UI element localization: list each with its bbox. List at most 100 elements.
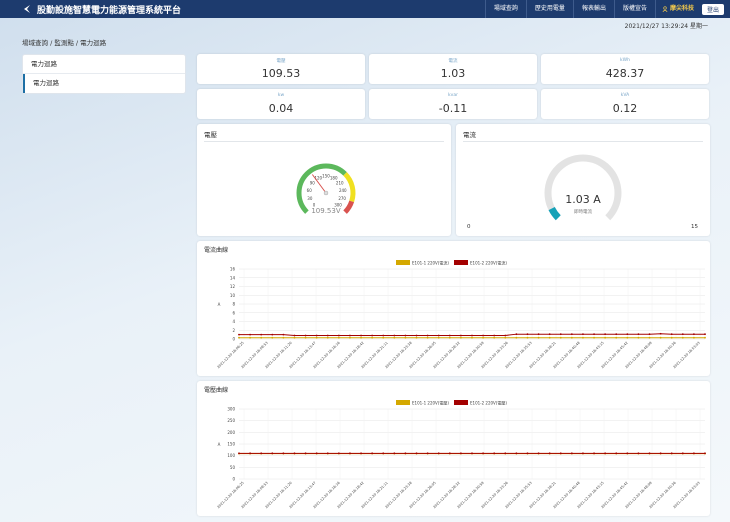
data-point [426, 336, 429, 339]
data-point [693, 336, 695, 339]
data-point [526, 333, 529, 336]
metric-label: kvar [448, 93, 458, 98]
gauge-tick-label: 210 [336, 181, 344, 186]
data-point [315, 452, 318, 455]
data-point [404, 452, 407, 455]
legend-label: E101-2 220V(電流) [470, 260, 507, 266]
nav-site-query[interactable]: 場域查詢 [484, 0, 526, 18]
data-point [249, 333, 251, 336]
y-tick-label: 250 [227, 418, 235, 423]
data-point [537, 452, 540, 455]
data-point [404, 334, 407, 337]
data-point [482, 336, 484, 339]
metric-kvar: kvar -0.11 [369, 89, 537, 119]
y-axis-label: A [218, 302, 221, 307]
breadcrumb[interactable]: 場域查詢 / 監測點 / 電力迴路 [22, 37, 106, 47]
metric-label: kWh [620, 58, 630, 63]
top-navbar: 股勤設施智慧電力能源管理系統平台 場域查詢 歷史用電量 報表輸出 版權宣告 摩尖… [0, 0, 730, 18]
data-point [504, 452, 507, 455]
data-point [393, 334, 396, 337]
current-chart: E101-1 220V(電流) E101-2 220V(電流) 0 2 4 6 8 10 12 1… [216, 260, 706, 369]
data-point [615, 452, 618, 455]
data-point [548, 336, 551, 339]
y-tick-label: 12 [230, 284, 236, 289]
data-point [582, 336, 584, 339]
metric-kw: kw 0.04 [197, 89, 365, 119]
y-tick-label: 300 [227, 407, 235, 412]
voltage-panel: 電壓 0 30 60 90 120 150 180 210 240 270 300 109.53V [197, 124, 451, 236]
data-point [582, 452, 584, 455]
y-tick-label: 2 [232, 328, 235, 333]
data-point [315, 336, 318, 339]
data-point [282, 333, 285, 336]
gauge-track [544, 154, 622, 221]
data-point [371, 334, 374, 337]
data-point [282, 336, 285, 339]
y-tick-label: 16 [230, 267, 236, 272]
nav-history-usage[interactable]: 歷史用電量 [525, 0, 573, 18]
data-point [681, 336, 684, 339]
nav-report-export[interactable]: 報表輸出 [572, 0, 614, 18]
brand[interactable]: 股勤設施智慧電力能源管理系統平台 [0, 3, 181, 16]
data-point [326, 336, 329, 339]
y-tick-label: 200 [227, 430, 235, 435]
data-point [437, 452, 440, 455]
data-point [626, 336, 629, 339]
y-tick-label: 50 [230, 465, 236, 470]
data-point [304, 336, 307, 339]
x-tick-label: 2021-12-20 16:53:03 [672, 341, 700, 369]
y-tick-label: 8 [232, 302, 235, 307]
data-point [704, 452, 706, 455]
user-menu[interactable]: 摩尖科技 [654, 0, 700, 18]
data-point [349, 336, 351, 339]
data-point [659, 332, 662, 335]
data-point [615, 333, 618, 336]
y-axis-label: A [218, 442, 221, 447]
data-point [670, 333, 673, 336]
data-point [271, 333, 274, 336]
data-point [704, 333, 706, 336]
data-point [681, 452, 684, 455]
data-point [493, 334, 496, 337]
data-point [460, 452, 462, 455]
logout-button[interactable]: 登出 [701, 3, 724, 15]
data-point [548, 452, 551, 455]
data-point [326, 334, 329, 337]
y-tick-label: 6 [232, 310, 235, 315]
data-point [382, 452, 385, 455]
data-point [260, 336, 263, 339]
data-point [337, 452, 340, 455]
sidebar-item-power-circuit-active[interactable]: 電力迴路 [23, 74, 185, 93]
nav-copyright[interactable]: 版權宣告 [613, 0, 655, 18]
data-point [415, 452, 418, 455]
data-point [670, 452, 673, 455]
data-point [537, 333, 540, 336]
current-reading: 1.03 A [565, 193, 601, 206]
data-point [637, 333, 640, 336]
data-point [360, 334, 362, 337]
voltage-gauge: 0306090120 150 180210240270300 109.53V [296, 163, 356, 215]
metric-current: 電流 1.03 [369, 54, 537, 84]
data-point [260, 333, 263, 336]
current-panel: 電流 1.03 A 即時電流 0 15 [456, 124, 710, 236]
data-point [626, 333, 629, 336]
data-point [471, 452, 473, 455]
data-point [293, 452, 296, 455]
main-nav: 場域查詢 歷史用電量 報表輸出 版權宣告 摩尖科技 登出 [484, 0, 730, 18]
metric-value: 1.03 [440, 67, 466, 80]
data-point [515, 336, 518, 339]
data-point [426, 334, 429, 337]
data-point [360, 336, 362, 339]
current-min-label: 0 [467, 224, 471, 230]
data-point [537, 336, 540, 339]
data-point [548, 333, 551, 336]
data-point [293, 336, 296, 339]
data-point [238, 336, 240, 339]
current-sub-label: 即時電流 [574, 208, 592, 215]
data-point [415, 334, 418, 337]
data-point [637, 452, 640, 455]
metric-label: 電壓 [276, 59, 286, 64]
metric-value: -0.11 [438, 102, 468, 115]
data-point [337, 336, 340, 339]
sidebar-item-power-circuit[interactable]: 電力迴路 [23, 55, 185, 74]
